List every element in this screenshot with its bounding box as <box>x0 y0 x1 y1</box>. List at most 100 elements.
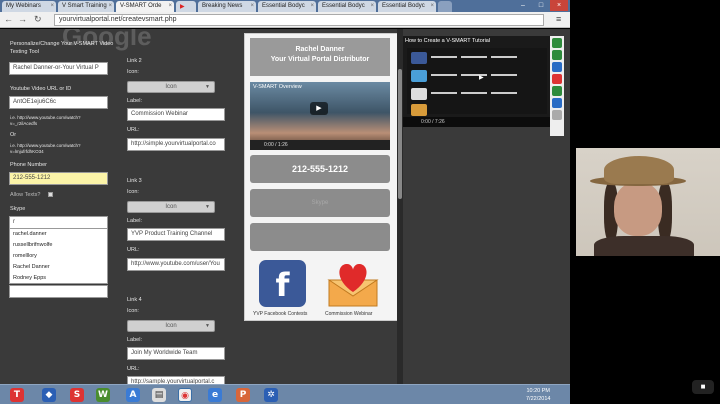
link3-icon-select[interactable]: Icon ▼ <box>127 201 215 213</box>
tab-essential-2[interactable]: Essential Bodyc × <box>318 1 376 12</box>
app-e-icon[interactable]: e <box>208 388 222 402</box>
close-icon[interactable]: × <box>310 3 314 9</box>
close-icon[interactable]: × <box>370 3 374 9</box>
tutorial-video-controls[interactable]: 0:00 / 7:26 <box>403 117 550 127</box>
close-icon[interactable]: × <box>430 3 434 9</box>
preview-phone-button[interactable]: 212-555-1212 <box>250 155 390 183</box>
skype-label: Skype <box>10 206 26 212</box>
form-heading-line1: Personalize/Change Your V-SMART Video <box>10 41 114 47</box>
extension-sidebar <box>550 36 564 136</box>
close-icon[interactable]: × <box>108 3 112 9</box>
facebook-icon[interactable]: f <box>259 260 306 307</box>
select-value: Icon <box>165 204 177 210</box>
tab-v-smart-training[interactable]: V Smart Training × <box>58 1 114 12</box>
youtube-url-label: Youtube Video URL or ID <box>10 86 72 92</box>
extension-icon[interactable] <box>552 38 562 48</box>
link3-label-input[interactable]: YVP Product Training Channel <box>127 228 225 241</box>
progress-line <box>491 56 517 58</box>
extension-icon[interactable] <box>552 110 562 120</box>
link2-url-input[interactable]: http://simple.yourvirtualportal.co <box>127 138 225 151</box>
heart-envelope-icon[interactable] <box>327 260 379 307</box>
link3-url-input[interactable]: http://www.youtube.com/user/You <box>127 258 225 271</box>
extension-icon[interactable] <box>552 50 562 60</box>
forward-arrow-icon[interactable]: → <box>18 14 27 24</box>
extra-input[interactable] <box>9 285 108 298</box>
app-doc-icon[interactable]: ▤ <box>152 388 166 402</box>
preview-skype-button[interactable]: Skype <box>250 189 390 217</box>
preview-video[interactable]: V-SMART Overview ▶ 0:00 / 1:26 <box>250 82 390 150</box>
allow-texts-checkbox[interactable] <box>48 192 53 197</box>
system-clock: 10:20 PM 7/22/2014 <box>526 387 550 403</box>
extension-icon[interactable] <box>552 74 562 84</box>
autocomplete-item[interactable]: russellbrifnwolfe <box>10 240 107 251</box>
app-w-icon[interactable]: W <box>96 388 110 402</box>
preview-blank-button[interactable] <box>250 223 390 251</box>
link2-label-input[interactable]: Commission Webinar <box>127 108 225 121</box>
progress-line <box>491 92 517 94</box>
close-icon[interactable]: × <box>250 3 254 9</box>
app-gear-icon[interactable]: ✲ <box>264 388 278 402</box>
minimize-icon[interactable]: – <box>514 0 532 11</box>
app-s-icon[interactable]: S <box>70 388 84 402</box>
hamburger-menu-icon[interactable]: ≡ <box>556 14 561 24</box>
window-close-icon[interactable]: × <box>550 0 568 11</box>
link3-icon-label: Icon: <box>127 189 139 195</box>
gift-icon <box>411 104 427 116</box>
chrome-icon[interactable]: ◉ <box>178 388 192 402</box>
autocomplete-item[interactable]: Rodney Epps <box>10 273 107 284</box>
youtube-url-input[interactable]: AntOE1eju6C6c <box>9 96 108 109</box>
link4-icon-select[interactable]: Icon ▼ <box>127 320 215 332</box>
link4-url-input[interactable]: http://sample.yourvirtualportal.c <box>127 376 225 384</box>
autocomplete-item[interactable]: Rachel Danner <box>10 262 107 273</box>
scrollbar-thumb[interactable] <box>398 69 402 199</box>
link2-icon-select[interactable]: Icon ▼ <box>127 81 215 93</box>
autocomplete-item[interactable]: rachel.danner <box>10 229 107 240</box>
tab-essential-1[interactable]: Essential Bodyc × <box>258 1 316 12</box>
tab-youtube[interactable]: ▶ <box>176 1 196 12</box>
extension-icon[interactable] <box>552 86 562 96</box>
app-a-icon[interactable]: A <box>126 388 140 402</box>
close-icon[interactable]: × <box>168 3 172 9</box>
extension-icon[interactable] <box>552 62 562 72</box>
camera-icon[interactable]: ■ <box>692 380 714 394</box>
url-input[interactable]: yourvirtualportal.net/createvsmart.php <box>54 14 544 26</box>
app-t-icon[interactable]: T <box>10 388 24 402</box>
back-arrow-icon[interactable]: ← <box>4 14 13 24</box>
close-icon[interactable]: × <box>50 3 54 9</box>
example1-line1: i.e. http://www.youtube.com/watch? <box>10 115 81 120</box>
windows-taskbar: T ◆ S W A ▤ ◉ e P ✲ 10:20 PM 7/22/2014 <box>0 384 570 404</box>
example2-line1: i.e. http://www.youtube.com/watch? <box>10 143 81 148</box>
address-bar: ← → ↻ yourvirtualportal.net/createvsmart… <box>0 12 570 28</box>
app-blue-icon[interactable]: ◆ <box>42 388 56 402</box>
webinar-tile-caption: Commission Webinar <box>325 311 373 317</box>
chevron-down-icon: ▼ <box>205 84 210 90</box>
extension-icon[interactable] <box>552 98 562 108</box>
link4-label-input[interactable]: Join My Worldwide Team <box>127 347 225 360</box>
maximize-icon[interactable]: □ <box>532 0 550 11</box>
progress-line <box>461 92 487 94</box>
link4-url-label: URL: <box>127 366 140 372</box>
twitter-icon <box>411 70 427 82</box>
play-icon[interactable]: ▶ <box>479 74 484 81</box>
tab-breaking-news[interactable]: Breaking News × <box>198 1 256 12</box>
tab-v-smart-order[interactable]: V-SMART Orde × <box>116 1 174 12</box>
phone-input[interactable]: 212-555-1212 <box>9 172 108 185</box>
autocomplete-item[interactable]: romelllory <box>10 251 107 262</box>
link2-title: Link 2 <box>127 58 142 64</box>
tab-my-webinars[interactable]: My Webinars × <box>2 1 56 12</box>
progress-line <box>431 56 457 58</box>
reload-icon[interactable]: ↻ <box>34 14 42 25</box>
progress-line <box>461 56 487 58</box>
tutorial-video[interactable]: How to Create a V-SMART Tutorial ▶ 0:00 … <box>403 36 550 127</box>
app-p-icon[interactable]: P <box>236 388 250 402</box>
preview-video-controls[interactable]: 0:00 / 1:26 <box>250 140 390 150</box>
new-tab-button[interactable] <box>438 1 452 12</box>
tutorial-video-time: 0:00 / 7:26 <box>421 119 445 125</box>
name-input[interactable]: Rachel Danner-or-Your Virtual P <box>9 62 108 75</box>
tab-label: Essential Bodyc <box>322 3 365 9</box>
link2-label-label: Label: <box>127 98 142 104</box>
play-icon[interactable]: ▶ <box>310 102 328 115</box>
allow-texts-label: Allow Texts? <box>10 192 41 198</box>
example1-line2: v=_r2ilAcedfs <box>10 121 38 126</box>
tab-essential-3[interactable]: Essential Bodyc × <box>378 1 436 12</box>
